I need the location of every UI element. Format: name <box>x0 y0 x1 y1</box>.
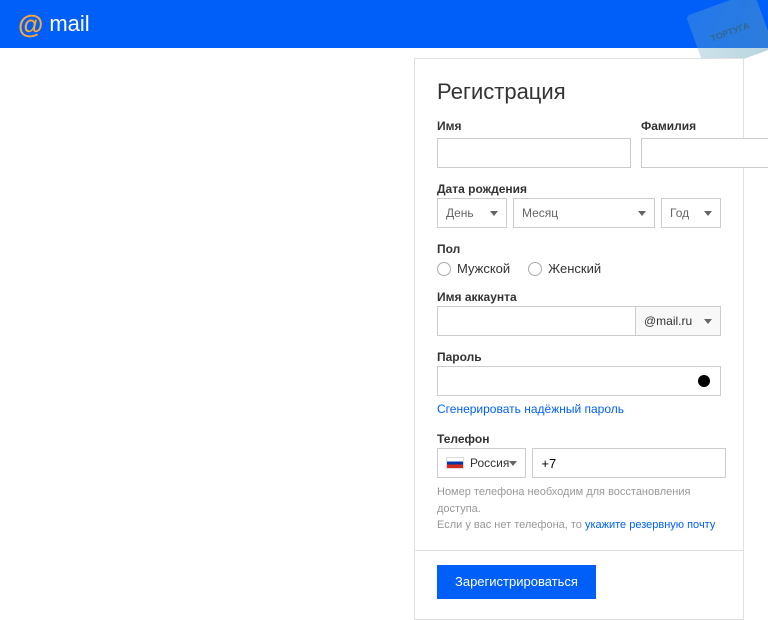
gender-label: Пол <box>437 242 460 256</box>
dob-year-select[interactable]: Год <box>661 198 721 228</box>
lastname-label: Фамилия <box>641 119 768 133</box>
dob-month-select[interactable]: Месяц <box>513 198 655 228</box>
chevron-down-icon <box>638 211 646 216</box>
chevron-down-icon <box>704 319 712 324</box>
password-input[interactable] <box>437 366 721 396</box>
dob-label: Дата рождения <box>437 182 527 196</box>
radio-icon <box>528 262 542 276</box>
backup-email-link[interactable]: укажите резервную почту <box>585 519 715 531</box>
phone-input[interactable] <box>532 448 726 478</box>
logo-text: mail <box>49 11 89 37</box>
domain-select[interactable]: @mail.ru <box>635 306 721 336</box>
logo[interactable]: @ mail <box>18 9 90 40</box>
logo-at-icon: @ <box>18 9 43 40</box>
chevron-down-icon <box>509 461 517 466</box>
phone-label: Телефон <box>437 432 489 446</box>
gender-female-radio[interactable]: Женский <box>528 261 601 276</box>
form-title: Регистрация <box>437 79 721 105</box>
submit-button[interactable]: Зарегистрироваться <box>437 565 596 599</box>
flag-russia-icon <box>446 457 464 469</box>
gender-male-radio[interactable]: Мужской <box>437 261 510 276</box>
radio-icon <box>437 262 451 276</box>
country-select[interactable]: Россия <box>437 448 526 478</box>
chevron-down-icon <box>704 211 712 216</box>
account-label: Имя аккаунта <box>437 290 517 304</box>
chevron-down-icon <box>490 211 498 216</box>
firstname-input[interactable] <box>437 138 631 168</box>
generate-password-link[interactable]: Сгенерировать надёжный пароль <box>437 402 624 416</box>
firstname-label: Имя <box>437 119 631 133</box>
toggle-password-icon[interactable] <box>695 372 713 390</box>
registration-form: Регистрация Имя Фамилия Дата рождения Де… <box>414 58 744 620</box>
app-header: @ mail <box>0 0 768 48</box>
lastname-input[interactable] <box>641 138 768 168</box>
phone-hint: Номер телефона необходим для восстановле… <box>437 484 721 534</box>
divider <box>415 550 743 551</box>
password-label: Пароль <box>437 350 482 364</box>
account-input[interactable] <box>437 306 635 336</box>
dob-day-select[interactable]: День <box>437 198 507 228</box>
